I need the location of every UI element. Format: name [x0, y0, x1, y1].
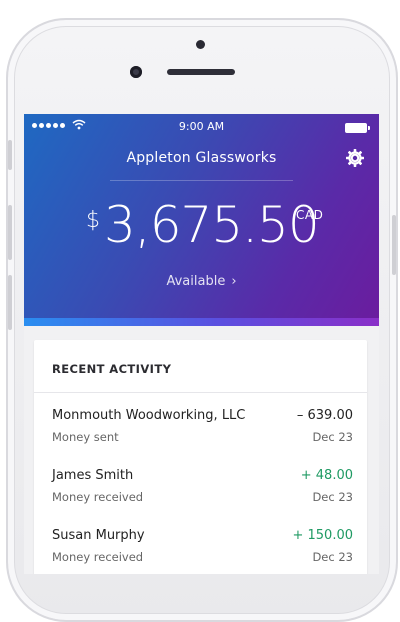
- activity-amount: + 48.00: [300, 468, 353, 483]
- available-label: Available: [166, 274, 226, 289]
- activity-amount: + 150.00: [292, 528, 353, 543]
- mute-switch: [8, 140, 12, 170]
- recent-activity-title: RECENT ACTIVITY: [52, 362, 172, 376]
- activity-date: Dec 23: [312, 490, 353, 504]
- currency-symbol: $: [86, 208, 100, 233]
- activity-type: Money received: [52, 550, 144, 564]
- balance-header: 9:00 AM Appleton Glassworks $ 3,675.50 C…: [24, 114, 379, 326]
- balance-currency: CAD: [296, 208, 324, 222]
- gear-icon[interactable]: [345, 148, 365, 168]
- earpiece-speaker: [167, 69, 235, 75]
- card-divider: [34, 392, 367, 393]
- activity-type: Money sent: [52, 430, 119, 444]
- activity-name: James Smith: [52, 468, 134, 483]
- recent-activity-card: RECENT ACTIVITY Monmouth Woodworking, LL…: [34, 340, 367, 574]
- activity-type: Money received: [52, 490, 144, 504]
- activity-date: Dec 23: [312, 550, 353, 564]
- activity-name: Susan Murphy: [52, 528, 145, 543]
- balance-display: $ 3,675.50 CAD: [24, 196, 379, 266]
- header-divider: [110, 180, 293, 181]
- app-screen: 9:00 AM Appleton Glassworks $ 3,675.50 C…: [24, 114, 379, 574]
- volume-up-button: [8, 205, 12, 260]
- activity-amount: – 639.00: [296, 408, 353, 423]
- power-button: [392, 215, 396, 275]
- available-link[interactable]: Available ›: [24, 274, 379, 289]
- account-name: Appleton Glassworks: [126, 150, 277, 166]
- activity-row[interactable]: James Smith Money received + 48.00 Dec 2…: [34, 468, 367, 520]
- front-camera: [130, 66, 142, 78]
- front-sensor: [196, 40, 205, 49]
- chevron-right-icon: ›: [231, 274, 237, 289]
- header-accent-band: [24, 318, 379, 326]
- activity-date: Dec 23: [312, 430, 353, 444]
- activity-name: Monmouth Woodworking, LLC: [52, 408, 246, 423]
- activity-row[interactable]: Susan Murphy Money received + 150.00 Dec…: [34, 528, 367, 574]
- activity-row[interactable]: Monmouth Woodworking, LLC Money sent – 6…: [34, 408, 367, 460]
- balance-amount: 3,675.50: [104, 196, 320, 254]
- volume-down-button: [8, 275, 12, 330]
- status-time: 9:00 AM: [178, 120, 225, 133]
- status-bar: 9:00 AM: [24, 119, 379, 136]
- battery-icon: [345, 123, 370, 133]
